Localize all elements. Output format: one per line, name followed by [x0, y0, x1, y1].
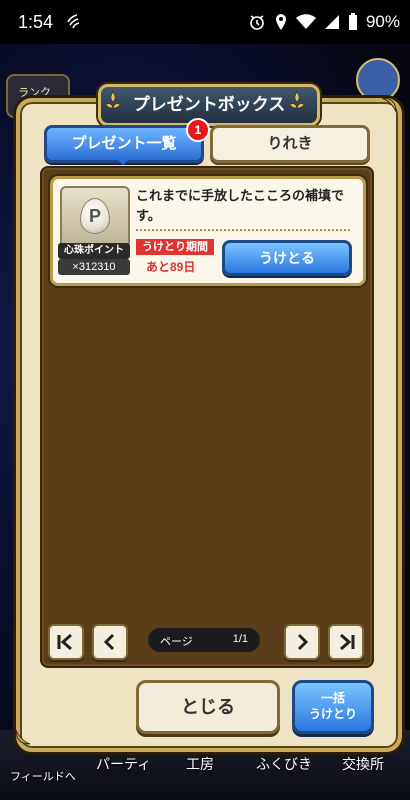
period-remaining: あと89日 — [146, 260, 196, 274]
nav-party[interactable]: パーティ — [96, 754, 151, 774]
nav-workshop[interactable]: 工房 — [186, 754, 214, 774]
location-icon — [275, 14, 286, 30]
corner-ornament-icon — [381, 97, 397, 113]
divider — [136, 229, 350, 231]
fleur-ornament-icon — [105, 91, 121, 109]
alarm-icon — [250, 15, 264, 30]
first-page-button[interactable] — [48, 624, 84, 660]
page-label: ページ — [160, 636, 193, 648]
point-token-icon: P — [80, 198, 110, 234]
bulk-receive-line2: うけとり — [308, 707, 357, 721]
last-page-button[interactable] — [328, 624, 364, 660]
next-page-button[interactable] — [284, 624, 320, 660]
bulk-receive-button[interactable]: 一括 うけとり — [292, 680, 374, 734]
dialog-title: プレゼントボックス — [98, 84, 320, 126]
status-bar: 1:54 90% — [0, 0, 410, 44]
item-count: ×312310 — [58, 259, 130, 275]
page-indicator: ページ 1/1 — [148, 628, 260, 652]
signal-icon — [324, 15, 339, 29]
page-number: 1/1 — [232, 633, 248, 645]
notification-badge: 1 — [186, 118, 210, 142]
chevron-left-icon — [103, 633, 115, 651]
fleur-ornament-icon — [289, 91, 305, 109]
nfc-notification-icon — [67, 14, 80, 29]
nav-exchange[interactable]: 交換所 — [342, 754, 384, 774]
last-page-icon — [340, 633, 355, 651]
first-page-icon — [57, 633, 72, 651]
close-button[interactable]: とじる — [136, 680, 280, 734]
battery-percent: 90% — [365, 12, 400, 31]
status-time: 1:54 — [18, 12, 54, 32]
prev-page-button[interactable] — [92, 624, 128, 660]
receive-button[interactable]: うけとる — [222, 240, 352, 276]
corner-ornament-icon — [15, 729, 31, 745]
wifi-icon — [295, 14, 316, 29]
nav-field[interactable]: フィールドへ — [10, 768, 76, 784]
tab-history[interactable]: りれき — [210, 125, 370, 163]
chevron-right-icon — [297, 633, 309, 651]
battery-icon — [348, 13, 357, 30]
status-icons: 90% — [248, 12, 400, 32]
active-tab-indicator — [116, 158, 130, 165]
item-description: これまでに手放したこころの補填です。 — [136, 188, 345, 223]
nav-gacha[interactable]: ふくびき — [256, 754, 312, 774]
bulk-receive-line1: 一括 — [320, 691, 345, 705]
item-name: 心珠ポイント — [58, 243, 130, 259]
period-badge: うけとり期間 — [136, 239, 214, 255]
